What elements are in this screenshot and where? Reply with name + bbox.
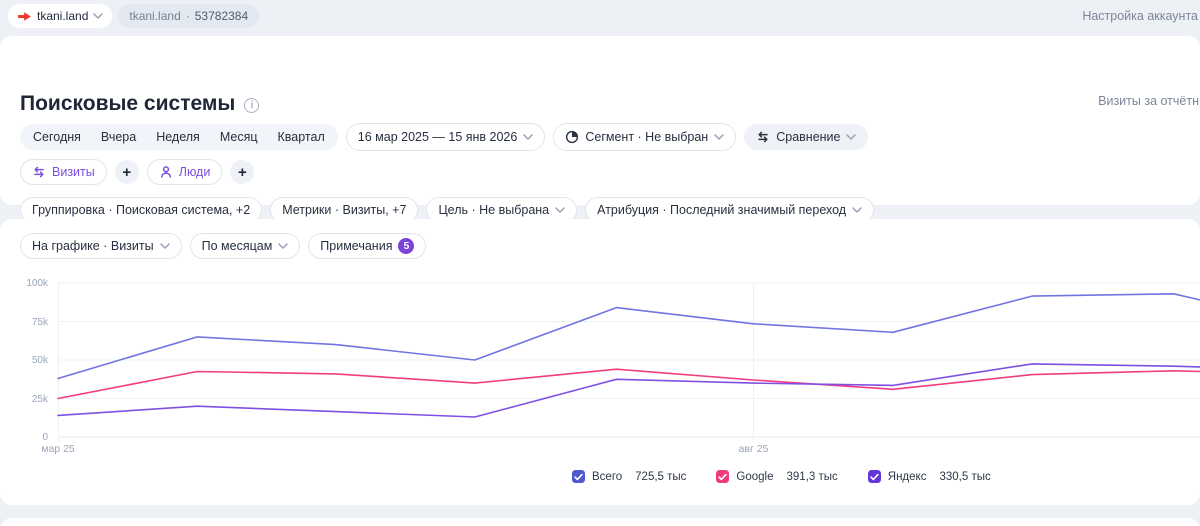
legend-value: 725,5 тыс — [635, 471, 686, 483]
topbar: tkani.land tkani.land · 53782384 Настрой… — [0, 0, 1200, 32]
legend-label: Всего — [592, 471, 622, 483]
report-header-card: Поисковые системы i Визиты за отчётн Сег… — [0, 36, 1200, 205]
chart-card: На графике · Визиты По месяцам Примечани… — [0, 219, 1200, 505]
info-icon[interactable]: i — [244, 98, 259, 113]
add-metric-button[interactable]: + — [115, 160, 139, 184]
comparison-label: Сравнение — [776, 130, 840, 144]
compare-arrows-icon — [756, 130, 770, 144]
segment-button[interactable]: Сегмент · Не выбран — [553, 123, 736, 151]
legend-item-yandex[interactable]: Яндекс 330,5 тыс — [868, 470, 991, 483]
title-row: Поисковые системы i — [20, 92, 259, 116]
segment-label: Сегмент · Не выбран — [585, 130, 708, 144]
checkbox-checked-icon — [572, 470, 585, 483]
grouping-filter-label: Группировка · Поисковая система, +2 — [32, 203, 250, 217]
counter-switcher[interactable]: tkani.land — [8, 4, 112, 28]
period-tab-week[interactable]: Неделя — [146, 124, 210, 150]
y-tick-label: 50k — [0, 355, 48, 366]
notes-button[interactable]: Примечания 5 — [308, 233, 426, 259]
x-tick-label: мар 25 — [28, 443, 88, 455]
metrica-arrow-icon — [17, 11, 32, 22]
visits-period-note: Визиты за отчётн — [1098, 94, 1199, 108]
attribution-filter-label: Атрибуция · Последний значимый переход — [597, 203, 846, 217]
counter-pill-separator: · — [186, 9, 190, 23]
legend-value: 391,3 тыс — [787, 471, 838, 483]
period-tab-group: Сегодня Вчера Неделя Месяц Квартал — [20, 124, 338, 150]
next-report-card — [0, 518, 1200, 526]
account-settings-link[interactable]: Настройка аккаунта — [1082, 9, 1198, 23]
legend-item-google[interactable]: Google 391,3 тыс — [716, 470, 837, 483]
add-people-metric-button[interactable]: + — [230, 160, 254, 184]
notes-count-badge: 5 — [398, 238, 414, 254]
visits-line-chart: 025k50k75k100k мар 25авг 25 — [0, 283, 1200, 473]
chevron-down-icon — [278, 243, 288, 249]
chart-metric-label: На графике · Визиты — [32, 239, 154, 253]
page-title: Поисковые системы — [20, 92, 235, 116]
checkbox-checked-icon — [716, 470, 729, 483]
yandex-metrica-page: tkani.land tkani.land · 53782384 Настрой… — [0, 0, 1200, 526]
chevron-down-icon — [93, 13, 103, 19]
y-tick-label: 75k — [0, 317, 48, 328]
chart-granularity-label: По месяцам — [202, 239, 273, 253]
chevron-down-icon — [555, 207, 565, 213]
y-tick-label: 0 — [0, 432, 48, 443]
notes-label: Примечания — [320, 239, 392, 253]
line-Всего — [58, 294, 1200, 379]
chart-controls-row: На графике · Визиты По месяцам Примечани… — [20, 233, 426, 259]
visits-metric-pill[interactable]: Визиты — [20, 159, 107, 185]
period-tab-yesterday[interactable]: Вчера — [91, 124, 146, 150]
line-Google — [58, 369, 1200, 398]
legend-value: 330,5 тыс — [939, 471, 990, 483]
chart-legend: Всего 725,5 тыс Google 391,3 тыс Яндекс … — [572, 470, 991, 483]
y-tick-label: 25k — [0, 394, 48, 405]
period-tab-month[interactable]: Месяц — [210, 124, 268, 150]
period-tab-today[interactable]: Сегодня — [23, 124, 91, 150]
counter-name-label: tkani.land — [37, 9, 88, 23]
legend-item-total[interactable]: Всего 725,5 тыс — [572, 470, 686, 483]
x-tick-label: авг 25 — [723, 443, 783, 455]
chevron-down-icon — [714, 134, 724, 140]
chart-granularity-select[interactable]: По месяцам — [190, 233, 301, 259]
metric-row: Визиты + Люди + — [20, 159, 254, 185]
counter-id-pill[interactable]: tkani.land · 53782384 — [118, 4, 259, 28]
chart-metric-select[interactable]: На графике · Визиты — [20, 233, 182, 259]
metrics-filter-label: Метрики · Визиты, +7 — [282, 203, 406, 217]
compare-arrows-icon — [32, 165, 46, 179]
date-range-picker[interactable]: 16 мар 2025 — 15 янв 2026 — [346, 123, 546, 151]
chevron-down-icon — [523, 134, 533, 140]
chart-plot-area[interactable] — [58, 283, 1200, 437]
legend-label: Яндекс — [888, 471, 927, 483]
period-row: Сегодня Вчера Неделя Месяц Квартал 16 ма… — [20, 123, 868, 151]
legend-label: Google — [736, 471, 773, 483]
comparison-button[interactable]: Сравнение — [744, 124, 868, 150]
chevron-down-icon — [160, 243, 170, 249]
chevron-down-icon — [852, 207, 862, 213]
date-range-label: 16 мар 2025 — 15 янв 2026 — [358, 130, 518, 144]
chevron-down-icon — [846, 134, 856, 140]
goal-filter-label: Цель · Не выбрана — [438, 203, 549, 217]
people-metric-pill[interactable]: Люди — [147, 159, 223, 185]
period-tab-quarter[interactable]: Квартал — [268, 124, 335, 150]
y-tick-label: 100k — [0, 278, 48, 289]
counter-pill-name: tkani.land — [129, 9, 180, 23]
counter-pill-id: 53782384 — [195, 9, 248, 23]
people-metric-label: Люди — [179, 165, 211, 179]
checkbox-checked-icon — [868, 470, 881, 483]
segment-pie-icon — [565, 130, 579, 144]
visits-metric-label: Визиты — [52, 165, 95, 179]
person-icon — [159, 165, 173, 179]
